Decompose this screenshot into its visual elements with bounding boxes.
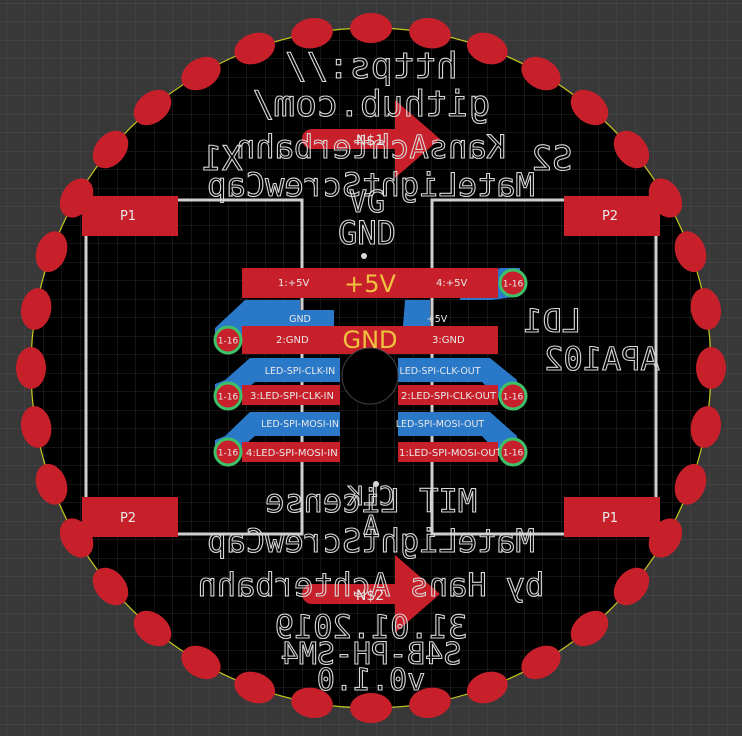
via[interactable]: 1-16 [213,437,243,467]
via[interactable]: 1-16 [213,325,243,355]
via-label: 1-16 [503,280,524,290]
trace-label-clk-out: LED-SPI-CLK-OUT [399,366,480,377]
trace-label-clk-in: LED-SPI-CLK-IN [265,366,336,377]
trace-label-5v: +5V [427,314,448,325]
pcb-layout-canvas[interactable]: P1 P2 P2 P1 GND +5V LED-SPI-CLK-IN LED-S… [0,0,742,736]
silk-byline: by Hans Achterbahn [198,566,545,604]
via-label: 1-16 [218,393,239,403]
silk-url-line-2: github.com/ [252,84,490,125]
via-label: 1-16 [218,449,239,459]
silk-part-apa102: APA102 [544,340,660,378]
pin-label-4-5v: 4:+5V [436,278,467,289]
via[interactable]: 1-16 [213,381,243,411]
pad-label-p1-bottom-right: P1 [602,511,618,526]
edge-pad[interactable] [350,13,392,43]
trace-label-gnd: GND [289,314,311,325]
via[interactable]: 1-16 [498,437,528,467]
pin1-marker [361,253,367,259]
silk-ref-x1: X1 [202,139,243,179]
via-label: 1-16 [503,449,524,459]
pin1-marker-bottom [373,481,379,487]
silk-ref-ld1: LD1 [523,302,581,340]
pin-label-3-gnd: 3:GND [432,335,465,346]
trace-label-mosi-out: LED-SPI-MOSI-OUT [396,419,485,430]
pin-label-2-clk-out-overlay: 2:LED-SPI-CLK-OUT [401,391,497,402]
center-hole[interactable] [341,347,399,405]
silk-url-line-1: https:// [284,46,457,87]
edge-pad[interactable] [16,347,46,389]
silk-project-bottom: MateLightScrewCap [207,522,535,560]
edge-pad[interactable] [696,347,726,389]
pin-label-3-clk-in-overlay: 3:LED-SPI-CLK-IN [250,391,334,402]
silk-version: v0.1.0 [317,663,425,698]
via-label: 1-16 [218,337,239,347]
pin-label-1-mosi-out-overlay: 1:LED-SPI-MOSI-OUT [399,448,503,459]
net-label-gnd: GND [342,326,397,354]
via[interactable]: 1-16 [498,381,528,411]
net-label-5v: +5V [344,270,396,298]
trace-label-mosi-in: LED-SPI-MOSI-IN [261,419,339,430]
pad-label-p1-top-left: P1 [120,209,136,224]
silk-clk-ghost: CLK [347,482,394,512]
pin-label-1-5v: 1:+5V [278,278,309,289]
pad-label-p2-bottom-left: P2 [120,511,136,526]
silk-author: KansAchterbahn [236,128,506,166]
pin-label-4-mosi-in-overlay: 4:LED-SPI-MOSI-IN [246,448,338,459]
pad-label-p2-top-right: P2 [602,209,618,224]
pin-label-2-gnd: 2:GND [276,335,309,346]
via-label: 1-16 [503,393,524,403]
silk-vg: VG [349,185,385,220]
silk-ref-s2: S2 [532,139,573,179]
via[interactable]: 1-16 [498,268,528,298]
